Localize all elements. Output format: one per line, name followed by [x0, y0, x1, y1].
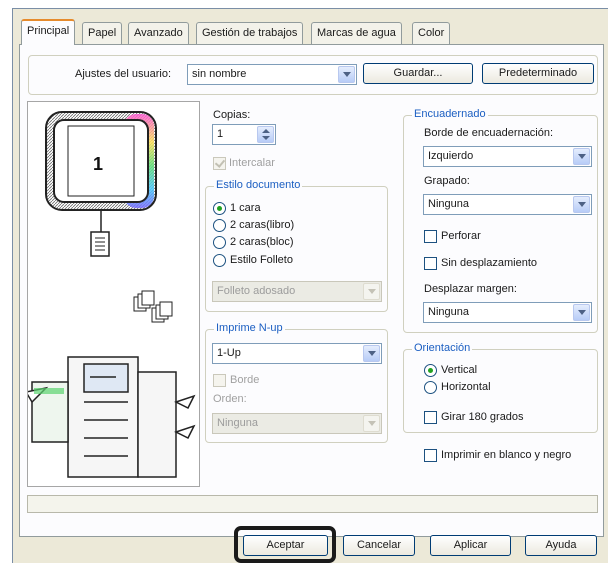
- punch-label: Perforar: [441, 230, 481, 242]
- chevron-down-icon[interactable]: [573, 196, 590, 213]
- apply-button[interactable]: Aplicar: [430, 535, 511, 556]
- radio-vertical-label: Vertical: [441, 364, 478, 376]
- chevron-down-icon[interactable]: [338, 66, 355, 83]
- radio-2-caras-bloc-label: 2 caras(bloc): [230, 236, 294, 248]
- nup-border-label: Borde: [230, 374, 260, 386]
- booklet-style-select[interactable]: Folleto adosado: [212, 281, 382, 302]
- radio-1-cara-label: 1 cara: [230, 202, 261, 214]
- no-offset-label: Sin desplazamiento: [441, 257, 538, 269]
- user-settings-select[interactable]: sin nombre: [187, 64, 357, 85]
- nup-order-value: Ninguna: [217, 417, 258, 429]
- preview-panel: 1: [24, 101, 200, 487]
- orientation-legend: Orientación: [412, 342, 473, 354]
- spinner-arrows-icon[interactable]: [257, 126, 274, 143]
- margin-shift-label: Desplazar margen:: [424, 283, 517, 295]
- radio-2-caras-bloc[interactable]: [213, 236, 226, 249]
- binding-edge-value: Izquierdo: [428, 150, 474, 162]
- tab-avanzado[interactable]: Avanzado: [128, 22, 189, 44]
- radio-vertical[interactable]: [424, 364, 437, 377]
- nup-order-label: Orden:: [213, 393, 247, 405]
- nup-legend: Imprime N-up: [214, 322, 285, 334]
- chevron-down-icon[interactable]: [573, 304, 590, 321]
- nup-value: 1-Up: [217, 347, 241, 359]
- doc-style-legend: Estilo documento: [214, 179, 303, 191]
- user-settings-label: Ajustes del usuario:: [75, 68, 171, 80]
- binding-edge-label: Borde de encuadernación:: [424, 127, 554, 139]
- radio-horizontal-label: Horizontal: [441, 381, 491, 393]
- radio-2-caras-libro-label: 2 caras(libro): [230, 219, 295, 231]
- save-button[interactable]: Guardar...: [363, 63, 473, 84]
- tab-marcas-agua[interactable]: Marcas de agua: [311, 22, 402, 44]
- status-bar: [27, 495, 598, 513]
- default-button[interactable]: Predeterminado: [482, 63, 594, 84]
- chevron-down-icon[interactable]: [363, 345, 380, 362]
- radio-horizontal[interactable]: [424, 381, 437, 394]
- tab-gestion-trabajos[interactable]: Gestión de trabajos: [196, 22, 304, 44]
- preview-page-number: 1: [93, 154, 103, 174]
- nup-border-checkbox[interactable]: [213, 374, 226, 387]
- bw-label: Imprimir en blanco y negro: [441, 449, 572, 461]
- cancel-button[interactable]: Cancelar: [343, 535, 415, 556]
- punch-checkbox[interactable]: [424, 230, 437, 243]
- radio-2-caras-libro[interactable]: [213, 219, 226, 232]
- chevron-down-icon[interactable]: [363, 283, 380, 300]
- nup-select[interactable]: 1-Up: [212, 343, 382, 364]
- collate-checkbox[interactable]: [213, 157, 226, 170]
- staple-label: Grapado:: [424, 175, 470, 187]
- binding-legend: Encuadernado: [412, 108, 488, 120]
- tab-principal[interactable]: Principal: [21, 19, 76, 45]
- ok-button[interactable]: Aceptar: [243, 535, 328, 556]
- tab-papel[interactable]: Papel: [82, 22, 123, 44]
- radio-estilo-folleto[interactable]: [213, 254, 226, 267]
- bw-checkbox[interactable]: [424, 449, 437, 462]
- margin-shift-select[interactable]: Ninguna: [423, 302, 592, 323]
- tab-color[interactable]: Color: [412, 22, 451, 44]
- copies-spinner[interactable]: 1: [212, 124, 276, 145]
- no-offset-checkbox[interactable]: [424, 257, 437, 270]
- staple-value: Ninguna: [428, 198, 469, 210]
- copies-value: 1: [217, 128, 224, 140]
- printer-preview-illustration: 1: [24, 111, 196, 478]
- binding-edge-select[interactable]: Izquierdo: [423, 146, 592, 167]
- radio-estilo-folleto-label: Estilo Folleto: [230, 254, 293, 266]
- user-settings-value: sin nombre: [192, 68, 247, 80]
- margin-shift-value: Ninguna: [428, 306, 469, 318]
- copies-label: Copias:: [213, 109, 251, 121]
- rotate-180-label: Girar 180 grados: [441, 411, 524, 423]
- booklet-style-value: Folleto adosado: [217, 285, 296, 297]
- help-button[interactable]: Ayuda: [525, 535, 597, 556]
- collate-label: Intercalar: [229, 157, 275, 169]
- staple-select[interactable]: Ninguna: [423, 194, 592, 215]
- rotate-180-checkbox[interactable]: [424, 411, 437, 424]
- radio-1-cara[interactable]: [213, 202, 226, 215]
- nup-order-select[interactable]: Ninguna: [212, 413, 382, 434]
- chevron-down-icon[interactable]: [363, 415, 380, 432]
- chevron-down-icon[interactable]: [573, 148, 590, 165]
